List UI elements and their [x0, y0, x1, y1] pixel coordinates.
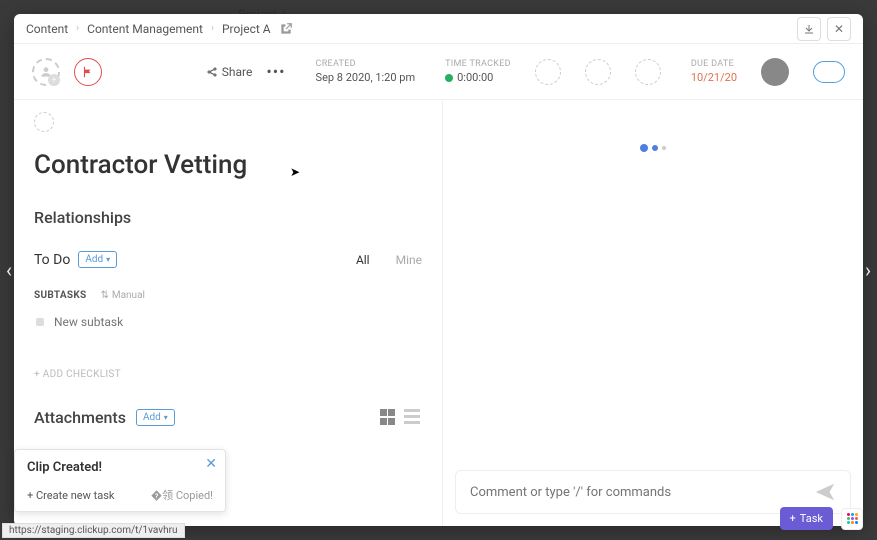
- subtasks-sort-button[interactable]: ⇅ Manual: [100, 290, 144, 301]
- filter-mine-tab[interactable]: Mine: [396, 253, 422, 267]
- toast-title: Clip Created!: [27, 460, 213, 475]
- comment-input[interactable]: [470, 485, 814, 500]
- copied-indicator: �领 Copied!: [151, 487, 213, 503]
- toast-close-icon[interactable]: ✕: [205, 456, 217, 472]
- created-value: Sep 8 2020, 1:20 pm: [316, 71, 416, 84]
- task-header: + Share ••• CREATED Sep 8 2020, 1:20 pm …: [14, 44, 863, 100]
- sort-icon: ⇅: [100, 290, 108, 301]
- activity-pane: [443, 100, 863, 526]
- more-menu-icon[interactable]: •••: [266, 62, 285, 81]
- estimate-placeholder-icon[interactable]: [535, 59, 561, 85]
- new-task-button[interactable]: + Task: [780, 507, 833, 530]
- breadcrumb-item[interactable]: Content Management: [87, 22, 203, 36]
- add-subtask-button[interactable]: Add: [78, 251, 117, 268]
- watchers-toggle[interactable]: [813, 61, 845, 83]
- new-subtask-row[interactable]: [34, 311, 422, 333]
- chevron-right-icon: ›: [76, 23, 79, 34]
- share-label: Share: [222, 65, 253, 79]
- add-attachment-button[interactable]: Add: [136, 409, 175, 426]
- add-checklist-button[interactable]: + ADD CHECKLIST: [34, 369, 422, 380]
- subtasks-heading: SUBTASKS: [34, 290, 86, 301]
- time-tracked-meta[interactable]: TIME TRACKED 0:00:00: [445, 59, 511, 84]
- due-date-meta[interactable]: DUE DATE 10/21/20: [691, 59, 737, 84]
- play-dot-icon: [445, 74, 453, 82]
- minimize-button[interactable]: [797, 17, 821, 41]
- due-date-label: DUE DATE: [691, 59, 737, 69]
- clip-created-toast: ✕ Clip Created! + Create new task �领 Cop…: [14, 449, 226, 512]
- chevron-right-icon: ›: [211, 23, 214, 34]
- plus-icon: +: [790, 512, 796, 525]
- apps-grid-icon[interactable]: [841, 508, 863, 530]
- subtask-status-icon: [36, 318, 44, 326]
- send-icon[interactable]: [814, 481, 836, 503]
- points-placeholder-icon[interactable]: [635, 59, 661, 85]
- status-label[interactable]: To Do: [34, 252, 70, 268]
- loading-indicator-icon: [640, 144, 666, 152]
- filter-all-tab[interactable]: All: [356, 253, 370, 267]
- watcher-avatar[interactable]: [761, 58, 789, 86]
- created-label: CREATED: [316, 59, 416, 69]
- browser-statusbar: https://staging.clickup.com/t/1vavhru: [2, 523, 185, 538]
- tag-placeholder-icon[interactable]: [34, 112, 54, 132]
- relationships-heading[interactable]: Relationships: [34, 208, 422, 227]
- task-title[interactable]: Contractor Vetting: [34, 150, 422, 180]
- assignee-placeholder-icon[interactable]: +: [32, 58, 60, 86]
- time-tracked-label: TIME TRACKED: [445, 59, 511, 69]
- attachments-heading: Attachments: [34, 408, 126, 427]
- breadcrumb-item[interactable]: Project A: [222, 22, 271, 36]
- open-external-icon[interactable]: [279, 22, 293, 36]
- create-new-task-button[interactable]: + Create new task: [27, 489, 114, 502]
- due-date-value: 10/21/20: [691, 71, 737, 84]
- new-subtask-input[interactable]: [54, 315, 420, 329]
- priority-flag-icon[interactable]: [74, 58, 102, 86]
- close-button[interactable]: ✕: [827, 17, 851, 41]
- time-tracked-value: 0:00:00: [445, 71, 511, 84]
- sprint-placeholder-icon[interactable]: [585, 59, 611, 85]
- created-meta: CREATED Sep 8 2020, 1:20 pm: [316, 59, 416, 84]
- breadcrumb-bar: Content › Content Management › Project A…: [14, 14, 863, 44]
- share-button[interactable]: Share: [206, 65, 253, 79]
- breadcrumb-item[interactable]: Content: [26, 22, 68, 36]
- list-view-icon[interactable]: [404, 409, 422, 427]
- grid-view-icon[interactable]: [380, 409, 398, 427]
